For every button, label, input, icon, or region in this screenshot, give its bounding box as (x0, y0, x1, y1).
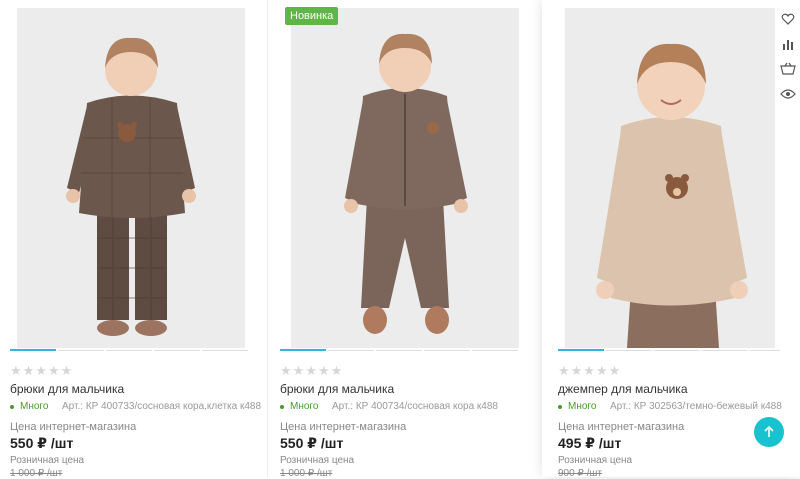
slider-dot[interactable] (376, 350, 422, 351)
product-card[interactable]: ★★★★★ брюки для мальчика Много Арт.: КР … (0, 0, 266, 479)
image-slider-indicator[interactable] (558, 349, 780, 351)
price-label: Цена интернет-магазина (10, 421, 137, 433)
product-article: Арт.: КР 302563/темно-бежевый к488 (610, 401, 782, 412)
slider-dot[interactable] (424, 350, 470, 351)
compare-chart-icon[interactable] (778, 33, 798, 55)
product-photo[interactable] (565, 8, 775, 348)
retail-price: 900 ₽ /шт (558, 468, 602, 479)
slider-dot[interactable] (328, 350, 374, 351)
stock-status: Много (10, 401, 48, 412)
stock-status: Много (558, 401, 596, 412)
product-title[interactable]: брюки для мальчика (10, 382, 124, 396)
stock-status: Много (280, 401, 318, 412)
new-badge: Новинка (285, 7, 339, 25)
slider-dot[interactable] (606, 350, 652, 351)
product-card[interactable]: Новинка ★★★★★ брюки для мальчика Много А… (270, 0, 536, 479)
slider-dot[interactable] (472, 350, 518, 351)
slider-dot[interactable] (750, 350, 780, 351)
product-grid: ★★★★★ брюки для мальчика Много Арт.: КР … (0, 0, 800, 479)
rating-stars: ★★★★★ (10, 363, 74, 378)
product-photo[interactable] (291, 8, 519, 348)
retail-price: 1 000 ₽ /шт (280, 468, 333, 479)
retail-price-label: Розничная цена (10, 455, 85, 466)
slider-dot[interactable] (106, 350, 152, 351)
arrow-up-icon (764, 425, 774, 437)
scroll-to-top-button[interactable] (754, 417, 784, 447)
card-actions (778, 8, 798, 108)
rating-stars: ★★★★★ (280, 363, 344, 378)
eye-icon[interactable] (778, 83, 798, 105)
slider-dot[interactable] (654, 350, 700, 351)
basket-icon[interactable] (778, 58, 798, 80)
image-slider-indicator[interactable] (10, 349, 248, 351)
product-title[interactable]: брюки для мальчика (280, 382, 394, 396)
slider-dot[interactable] (702, 350, 748, 351)
slider-dot[interactable] (154, 350, 200, 351)
price: 495 ₽ /шт (558, 435, 622, 451)
slider-dot[interactable] (558, 349, 604, 351)
slider-dot[interactable] (202, 350, 248, 351)
product-article: Арт.: КР 400734/сосновая кора к488 (332, 401, 498, 412)
rating-stars: ★★★★★ (558, 363, 622, 378)
price: 550 ₽ /шт (280, 435, 344, 451)
retail-price-label: Розничная цена (280, 455, 355, 466)
slider-dot[interactable] (58, 350, 104, 351)
retail-price-label: Розничная цена (558, 455, 633, 466)
product-article: Арт.: КР 400733/сосновая кора,клетка к48… (62, 401, 262, 412)
price-label: Цена интернет-магазина (280, 421, 407, 433)
image-slider-indicator[interactable] (280, 349, 518, 351)
slider-dot[interactable] (10, 349, 56, 351)
slider-dot[interactable] (280, 349, 326, 351)
product-title[interactable]: джемпер для мальчика (558, 382, 688, 396)
heart-icon[interactable] (778, 8, 798, 30)
retail-price: 1 000 ₽ /шт (10, 468, 63, 479)
price: 550 ₽ /шт (10, 435, 74, 451)
product-card[interactable]: ★★★★★ джемпер для мальчика Много Арт.: К… (542, 0, 800, 479)
product-photo[interactable] (17, 8, 245, 348)
price-label: Цена интернет-магазина (558, 421, 685, 433)
card-divider (267, 0, 268, 477)
